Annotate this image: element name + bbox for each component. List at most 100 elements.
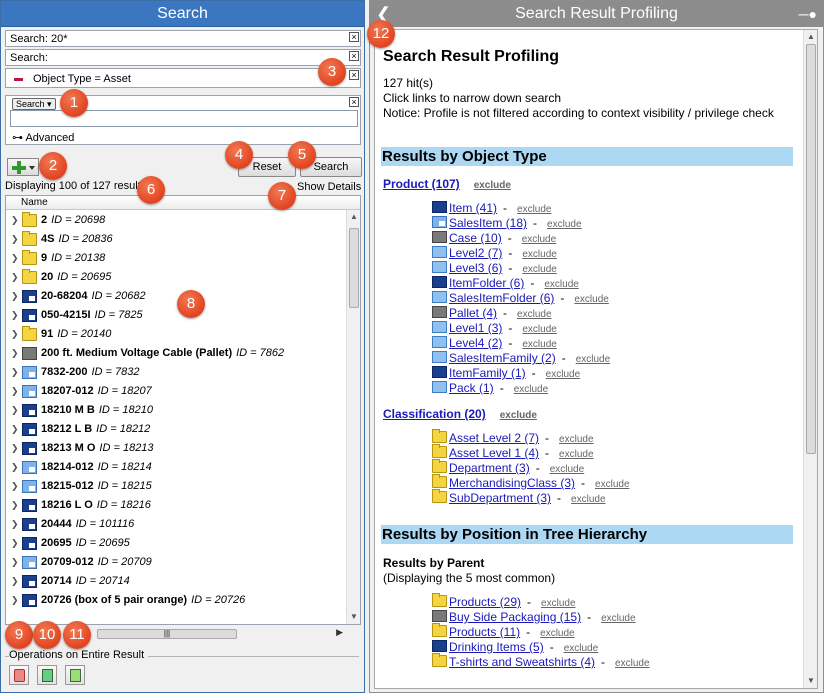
classification-group-link[interactable]: Classification (20) xyxy=(383,407,486,421)
export-results-button[interactable] xyxy=(37,665,57,685)
close-icon[interactable]: × xyxy=(349,70,359,80)
expand-arrow-icon[interactable]: ❯ xyxy=(11,268,19,287)
scroll-down-icon[interactable]: ▼ xyxy=(347,610,360,624)
search-input[interactable] xyxy=(10,110,358,127)
tree-row[interactable]: ❯ 18207-012 ID = 18207 xyxy=(6,382,346,401)
expand-arrow-icon[interactable]: ❯ xyxy=(11,287,19,306)
tree-row[interactable]: ❯ 050-4215I ID = 7825 xyxy=(6,306,346,325)
exclude-link[interactable]: exclude xyxy=(540,628,574,639)
expand-arrow-icon[interactable]: ❯ xyxy=(11,306,19,325)
exclude-link[interactable]: exclude xyxy=(522,234,556,245)
expand-arrow-icon[interactable]: ❯ xyxy=(11,553,19,572)
tree-row[interactable]: ❯ 7832-200 ID = 7832 xyxy=(6,363,346,382)
exclude-link[interactable]: exclude xyxy=(559,434,593,445)
expand-arrow-icon[interactable]: ❯ xyxy=(11,496,19,515)
tree-row[interactable]: ❯ 20695 ID = 20695 xyxy=(6,534,346,553)
exclude-link[interactable]: exclude xyxy=(522,324,556,335)
vertical-scrollbar[interactable]: ▲ ▼ xyxy=(803,30,817,688)
profile-item-link[interactable]: MerchandisingClass (3) xyxy=(449,476,575,490)
exclude-link[interactable]: exclude xyxy=(574,294,608,305)
exclude-link[interactable]: exclude xyxy=(544,279,578,290)
tree-row[interactable]: ❯ 9 ID = 20138 xyxy=(6,249,346,268)
expand-arrow-icon[interactable]: ❯ xyxy=(11,325,19,344)
expand-arrow-icon[interactable]: ❯ xyxy=(11,211,19,230)
tree-row[interactable]: ❯ 18214-012 ID = 18214 xyxy=(6,458,346,477)
exclude-link[interactable]: exclude xyxy=(522,339,556,350)
profile-item-link[interactable]: Case (10) xyxy=(449,231,502,245)
tree-row[interactable]: ❯ 18215-012 ID = 18215 xyxy=(6,477,346,496)
expand-arrow-icon[interactable]: ❯ xyxy=(11,477,19,496)
exclude-link[interactable]: exclude xyxy=(517,309,551,320)
tree-row[interactable]: ❯ 91 ID = 20140 xyxy=(6,325,346,344)
exclude-link[interactable]: exclude xyxy=(474,180,511,191)
tree-row[interactable]: ❯ 4S ID = 20836 xyxy=(6,230,346,249)
profile-item-link[interactable]: ItemFolder (6) xyxy=(449,276,524,290)
profile-item-link[interactable]: Products (11) xyxy=(449,625,520,639)
pin-icon[interactable]: ─● xyxy=(799,1,817,27)
delete-results-button[interactable] xyxy=(9,665,29,685)
profile-item-link[interactable]: Pack (1) xyxy=(449,381,494,395)
profile-item-link[interactable]: SubDepartment (3) xyxy=(449,491,551,505)
expand-arrow-icon[interactable]: ❯ xyxy=(11,420,19,439)
advanced-toggle[interactable]: ⊶ Advanced xyxy=(12,131,74,144)
vertical-scrollbar[interactable]: ▲ ▼ xyxy=(346,210,360,624)
exclude-link[interactable]: exclude xyxy=(576,354,610,365)
tree-row[interactable]: ❯ 2 ID = 20698 xyxy=(6,211,346,230)
criterion-object-type[interactable]: Object Type = Asset × xyxy=(5,68,361,88)
tree-row[interactable]: ❯ 20 ID = 20695 xyxy=(6,268,346,287)
expand-arrow-icon[interactable]: ❯ xyxy=(11,591,19,610)
expand-arrow-icon[interactable]: ❯ xyxy=(11,363,19,382)
profile-item-link[interactable]: Asset Level 2 (7) xyxy=(449,431,539,445)
exclude-link[interactable]: exclude xyxy=(601,613,635,624)
tree-row[interactable]: ❯ 20714 ID = 20714 xyxy=(6,572,346,591)
expand-arrow-icon[interactable]: ❯ xyxy=(11,439,19,458)
scroll-up-icon[interactable]: ▲ xyxy=(804,30,817,44)
column-header-name[interactable]: Name xyxy=(6,196,360,210)
tree-row[interactable]: ❯ 18213 M O ID = 18213 xyxy=(6,439,346,458)
profile-item-link[interactable]: SalesItemFolder (6) xyxy=(449,291,554,305)
profile-item-link[interactable]: SalesItemFamily (2) xyxy=(449,351,556,365)
expand-arrow-icon[interactable]: ❯ xyxy=(11,458,19,477)
expand-arrow-icon[interactable]: ❯ xyxy=(11,534,19,553)
exclude-link[interactable]: exclude xyxy=(514,384,548,395)
exclude-link[interactable]: exclude xyxy=(522,249,556,260)
exclude-link[interactable]: exclude xyxy=(564,643,598,654)
tree-row[interactable]: ❯ 20444 ID = 101116 xyxy=(6,515,346,534)
profile-item-link[interactable]: SalesItem (18) xyxy=(449,216,527,230)
scroll-thumb[interactable]: ||| xyxy=(97,629,237,639)
exclude-link[interactable]: exclude xyxy=(615,658,649,669)
exclude-link[interactable]: exclude xyxy=(559,449,593,460)
exclude-link[interactable]: exclude xyxy=(571,494,605,505)
profile-item-link[interactable]: Level3 (6) xyxy=(449,261,502,275)
scroll-right-icon[interactable]: ▶ xyxy=(336,627,343,638)
exclude-link[interactable]: exclude xyxy=(550,464,584,475)
tree-row[interactable]: ❯ 18212 L B ID = 18212 xyxy=(6,420,346,439)
profile-item-link[interactable]: ItemFamily (1) xyxy=(449,366,526,380)
close-icon[interactable]: × xyxy=(349,97,359,107)
close-icon[interactable]: × xyxy=(349,32,359,42)
profile-item-link[interactable]: T-shirts and Sweatshirts (4) xyxy=(449,655,595,669)
profile-item-link[interactable]: Item (41) xyxy=(449,201,497,215)
exclude-link[interactable]: exclude xyxy=(517,204,551,215)
scroll-down-icon[interactable]: ▼ xyxy=(804,674,817,688)
tree-row[interactable]: ❯ 20726 (box of 5 pair orange) ID = 20726 xyxy=(6,591,346,610)
expand-arrow-icon[interactable]: ❯ xyxy=(11,230,19,249)
expand-arrow-icon[interactable]: ❯ xyxy=(11,382,19,401)
search-type-dropdown[interactable]: Search ▾ xyxy=(12,98,56,110)
criterion-search-1[interactable]: Search: 20* × xyxy=(5,30,361,47)
profile-item-link[interactable]: Level1 (3) xyxy=(449,321,502,335)
product-group-link[interactable]: Product (107) xyxy=(383,177,460,191)
results-tree[interactable]: Name ❯ 2 ID = 20698 ❯ 4S ID = 20836 ❯ 9 ID = 201… xyxy=(5,195,361,625)
scroll-thumb[interactable] xyxy=(349,228,359,308)
expand-arrow-icon[interactable]: ❯ xyxy=(11,515,19,534)
profile-item-link[interactable]: Level2 (7) xyxy=(449,246,502,260)
exclude-link[interactable]: exclude xyxy=(522,264,556,275)
profile-item-link[interactable]: Buy Side Packaging (15) xyxy=(449,610,581,624)
bulk-update-button[interactable] xyxy=(65,665,85,685)
profile-item-link[interactable]: Department (3) xyxy=(449,461,530,475)
exclude-link[interactable]: exclude xyxy=(547,219,581,230)
expand-arrow-icon[interactable]: ❯ xyxy=(11,572,19,591)
criterion-search-2[interactable]: Search: × xyxy=(5,49,361,66)
add-criterion-button[interactable] xyxy=(7,158,39,176)
expand-arrow-icon[interactable]: ❯ xyxy=(11,249,19,268)
